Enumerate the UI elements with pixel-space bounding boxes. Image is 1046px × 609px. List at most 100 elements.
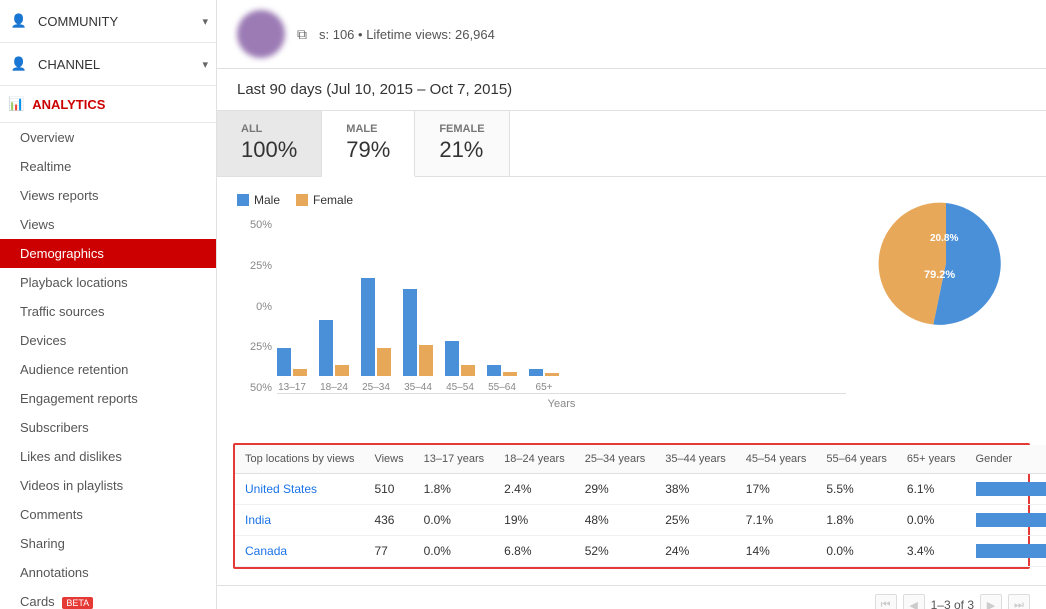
- sidebar-item-audience-retention[interactable]: Audience retention: [0, 355, 216, 384]
- c3-cell: 29%: [575, 474, 656, 505]
- sidebar-item-realtime[interactable]: Realtime: [0, 152, 216, 181]
- sidebar-channel[interactable]: 👤 CHANNEL ▾: [0, 43, 216, 86]
- sidebar-item-annotations[interactable]: Annotations: [0, 558, 216, 587]
- sidebar-item-cards[interactable]: Cards BETA: [0, 587, 216, 609]
- tab-all[interactable]: ALL 100%: [217, 111, 322, 176]
- c1-cell: 1.8%: [414, 474, 495, 505]
- c2-cell: 6.8%: [494, 536, 575, 567]
- bar-female: [503, 372, 517, 376]
- sidebar: 👤 COMMUNITY ▾ 👤 CHANNEL ▾ 📊 ANALYTICS Ov…: [0, 0, 217, 609]
- mini-bar-male: [976, 482, 1046, 496]
- last-page-button[interactable]: ⏭: [1008, 594, 1030, 609]
- chart-area: Male Female 50% 25% 0% 25% 50% 13–1718–2…: [217, 177, 1046, 435]
- location-cell[interactable]: India: [235, 505, 364, 536]
- bar-chart: 50% 25% 0% 25% 50% 13–1718–2425–3435–444…: [237, 219, 846, 419]
- legend-male: Male: [237, 193, 280, 207]
- c3-cell: 52%: [575, 536, 656, 567]
- table-row: United States 510 1.8% 2.4% 29% 38% 17% …: [235, 474, 1046, 505]
- channel-label: CHANNEL: [38, 57, 100, 72]
- gender-cell: [966, 536, 1046, 567]
- avatar: [237, 10, 285, 58]
- sidebar-item-devices[interactable]: Devices: [0, 326, 216, 355]
- bar-group: 13–17: [277, 348, 307, 393]
- bar-chart-container: Male Female 50% 25% 0% 25% 50% 13–1718–2…: [237, 193, 846, 419]
- sidebar-item-views[interactable]: Views: [0, 210, 216, 239]
- x-label: 65+: [536, 382, 553, 393]
- tab-male[interactable]: MALE 79%: [322, 111, 415, 177]
- c7-cell: 3.4%: [897, 536, 966, 567]
- female-tab-value: 21%: [439, 137, 484, 163]
- tab-female[interactable]: FEMALE 21%: [415, 111, 509, 176]
- sidebar-item-comments[interactable]: Comments: [0, 500, 216, 529]
- prev-page-button[interactable]: ◀: [903, 594, 925, 609]
- sidebar-item-engagement-reports[interactable]: Engagement reports: [0, 384, 216, 413]
- locations-table: Top locations by views Views 13–17 years…: [235, 445, 1046, 567]
- pie-chart: 79.2% 20.8%: [876, 193, 1016, 333]
- chevron-down-icon: ▾: [202, 58, 208, 71]
- copy-icon[interactable]: ⧉: [297, 26, 307, 43]
- bar-group: 55–64: [487, 365, 517, 393]
- location-cell[interactable]: Canada: [235, 536, 364, 567]
- col-35-44: 35–44 years: [655, 445, 736, 474]
- location-cell[interactable]: United States: [235, 474, 364, 505]
- sidebar-item-playback-locations[interactable]: Playback locations: [0, 268, 216, 297]
- date-range: Last 90 days (Jul 10, 2015 – Oct 7, 2015…: [217, 69, 1046, 111]
- gender-cell: [966, 505, 1046, 536]
- svg-text:79.2%: 79.2%: [924, 269, 955, 281]
- sidebar-item-sharing[interactable]: Sharing: [0, 529, 216, 558]
- analytics-icon: 📊: [8, 96, 24, 112]
- bar-male: [403, 289, 417, 376]
- sidebar-item-videos-in-playlists[interactable]: Videos in playlists: [0, 471, 216, 500]
- bar-male: [319, 320, 333, 376]
- analytics-header[interactable]: 📊 ANALYTICS: [0, 86, 216, 123]
- male-tab-label: MALE: [346, 123, 390, 135]
- chart-inner: 13–1718–2425–3435–4445–5455–6465+: [277, 219, 846, 394]
- bar-group: 35–44: [403, 289, 433, 393]
- sidebar-community[interactable]: 👤 COMMUNITY ▾: [0, 0, 216, 43]
- sidebar-item-traffic-sources[interactable]: Traffic sources: [0, 297, 216, 326]
- col-65plus: 65+ years: [897, 445, 966, 474]
- mini-bar-male: [976, 513, 1046, 527]
- main-content: ⧉ s: 106 • Lifetime views: 26,964 Last 9…: [217, 0, 1046, 609]
- sidebar-item-overview[interactable]: Overview: [0, 123, 216, 152]
- c2-cell: 2.4%: [494, 474, 575, 505]
- community-label: COMMUNITY: [38, 14, 118, 29]
- table-header-row: Top locations by views Views 13–17 years…: [235, 445, 1046, 474]
- c5-cell: 17%: [736, 474, 817, 505]
- next-page-button[interactable]: ▶: [980, 594, 1002, 609]
- beta-badge: BETA: [62, 597, 93, 609]
- legend-female: Female: [296, 193, 353, 207]
- col-13-17: 13–17 years: [414, 445, 495, 474]
- x-label: 18–24: [320, 382, 348, 393]
- col-55-64: 55–64 years: [816, 445, 897, 474]
- all-tab-label: ALL: [241, 123, 297, 135]
- legend-female-label: Female: [313, 193, 353, 207]
- c7-cell: 0.0%: [897, 505, 966, 536]
- bar-female: [293, 369, 307, 376]
- col-gender: Gender: [966, 445, 1046, 474]
- pie-chart-container: 79.2% 20.8%: [866, 193, 1026, 333]
- c5-cell: 7.1%: [736, 505, 817, 536]
- sidebar-item-demographics[interactable]: Demographics: [0, 239, 216, 268]
- female-color: [296, 194, 308, 206]
- tab-empty: [510, 111, 1046, 176]
- col-25-34: 25–34 years: [575, 445, 656, 474]
- col-45-54: 45–54 years: [736, 445, 817, 474]
- c4-cell: 24%: [655, 536, 736, 567]
- bar-female: [545, 373, 559, 376]
- sidebar-item-likes-dislikes[interactable]: Likes and dislikes: [0, 442, 216, 471]
- x-label: 35–44: [404, 382, 432, 393]
- sidebar-item-views-reports[interactable]: Views reports: [0, 181, 216, 210]
- bar-male: [361, 278, 375, 376]
- bar-male: [277, 348, 291, 376]
- first-page-button[interactable]: ⏮: [875, 594, 897, 609]
- bar-female: [419, 345, 433, 376]
- views-cell: 510: [364, 474, 413, 505]
- sidebar-item-subscribers[interactable]: Subscribers: [0, 413, 216, 442]
- c1-cell: 0.0%: [414, 505, 495, 536]
- bar-male: [445, 341, 459, 376]
- views-cell: 77: [364, 536, 413, 567]
- c6-cell: 5.5%: [816, 474, 897, 505]
- bar-group: 25–34: [361, 278, 391, 393]
- bar-group: 18–24: [319, 320, 349, 393]
